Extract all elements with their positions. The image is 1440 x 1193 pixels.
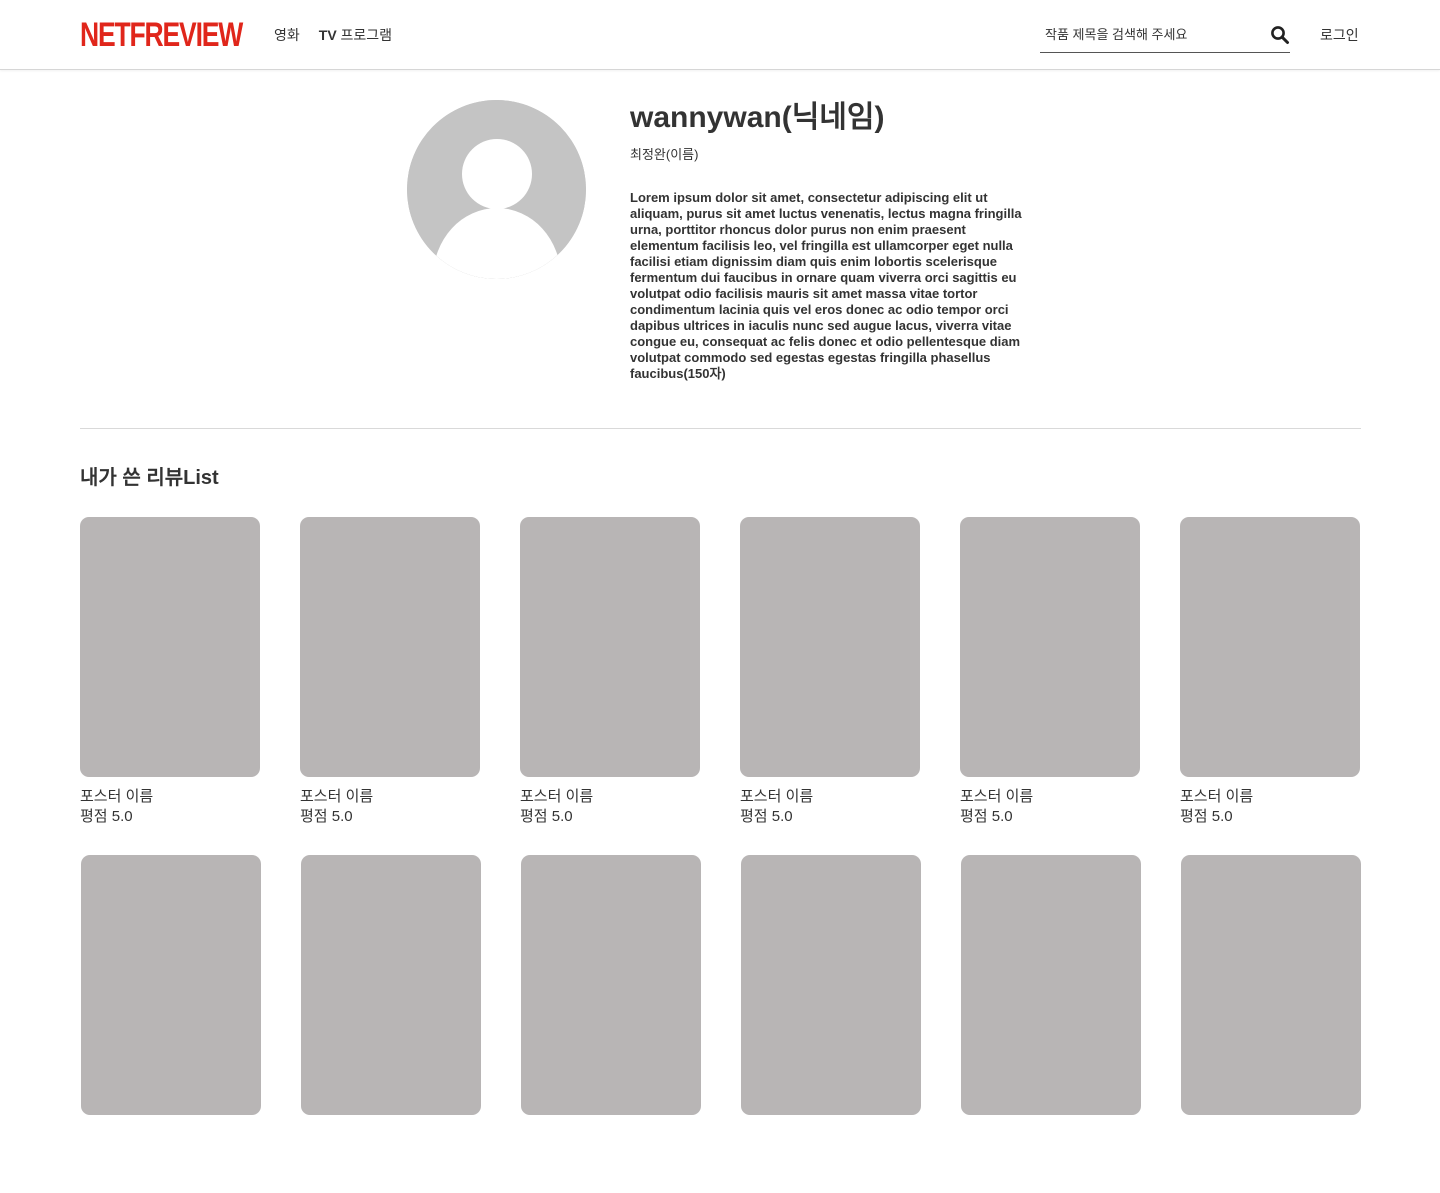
poster-image[interactable]	[1181, 855, 1361, 1115]
poster-image[interactable]	[740, 517, 920, 777]
poster-image[interactable]	[81, 855, 261, 1115]
poster-image[interactable]	[741, 855, 921, 1115]
review-card[interactable]: 포스터 이름 평점 5.0	[1180, 517, 1360, 855]
poster-rating: 평점 5.0	[520, 808, 573, 825]
poster-image[interactable]	[301, 855, 481, 1115]
poster-rating: 평점 5.0	[1180, 808, 1233, 825]
main-nav: 영화 TV 프로그램	[274, 25, 392, 45]
logo[interactable]: NETFREVIEW	[80, 15, 243, 55]
review-card[interactable]: 포스터 이름 평점 5.0	[520, 517, 700, 855]
profile-name: 최정완(이름)	[630, 147, 699, 162]
login-link[interactable]: 로그인	[1320, 25, 1359, 45]
review-card[interactable]	[741, 855, 921, 1193]
review-card[interactable]: 포스터 이름 평점 5.0	[960, 517, 1140, 855]
poster-title: 포스터 이름	[300, 788, 374, 805]
poster-title: 포스터 이름	[520, 788, 594, 805]
review-card[interactable]: 포스터 이름 평점 5.0	[740, 517, 920, 855]
poster-rating: 평점 5.0	[960, 808, 1013, 825]
review-grid: 포스터 이름 평점 5.0 포스터 이름 평점 5.0 포스터 이름 평점 5.…	[80, 517, 1362, 1193]
review-card[interactable]: 포스터 이름 평점 5.0	[300, 517, 480, 855]
poster-rating: 평점 5.0	[80, 808, 133, 825]
reviews-section-title: 내가 쓴 리뷰List	[80, 467, 219, 489]
poster-title: 포스터 이름	[960, 788, 1034, 805]
poster-image[interactable]	[960, 517, 1140, 777]
poster-title: 포스터 이름	[740, 788, 814, 805]
review-card[interactable]	[81, 855, 261, 1193]
nav-item-tv-prefix: TV	[318, 27, 337, 43]
poster-rating: 평점 5.0	[740, 808, 793, 825]
poster-title: 포스터 이름	[1180, 788, 1254, 805]
site-header: NETFREVIEW 영화 TV 프로그램 로그인	[0, 0, 1440, 70]
profile-nickname: wannywan(닉네임)	[630, 101, 885, 134]
poster-rating: 평점 5.0	[300, 808, 353, 825]
review-card[interactable]: 포스터 이름 평점 5.0	[80, 517, 260, 855]
search-icon[interactable]	[1270, 25, 1290, 45]
review-card[interactable]	[301, 855, 481, 1193]
poster-image[interactable]	[520, 517, 700, 777]
review-card[interactable]	[1181, 855, 1361, 1193]
nav-item-tv-suffix: 프로그램	[336, 27, 393, 43]
nav-item-movies[interactable]: 영화	[274, 25, 300, 45]
search-bar	[1040, 17, 1290, 53]
user-avatar-icon	[407, 100, 586, 279]
poster-image[interactable]	[80, 517, 260, 777]
review-card[interactable]	[521, 855, 701, 1193]
search-input[interactable]	[1040, 17, 1260, 52]
review-card[interactable]	[961, 855, 1141, 1193]
nav-item-tv[interactable]: TV 프로그램	[319, 25, 392, 45]
poster-image[interactable]	[521, 855, 701, 1115]
poster-image[interactable]	[961, 855, 1141, 1115]
profile-bio: Lorem ipsum dolor sit amet, consectetur …	[630, 190, 1022, 381]
poster-title: 포스터 이름	[80, 788, 154, 805]
divider	[80, 428, 1361, 429]
poster-image[interactable]	[300, 517, 480, 777]
poster-image[interactable]	[1180, 517, 1360, 777]
